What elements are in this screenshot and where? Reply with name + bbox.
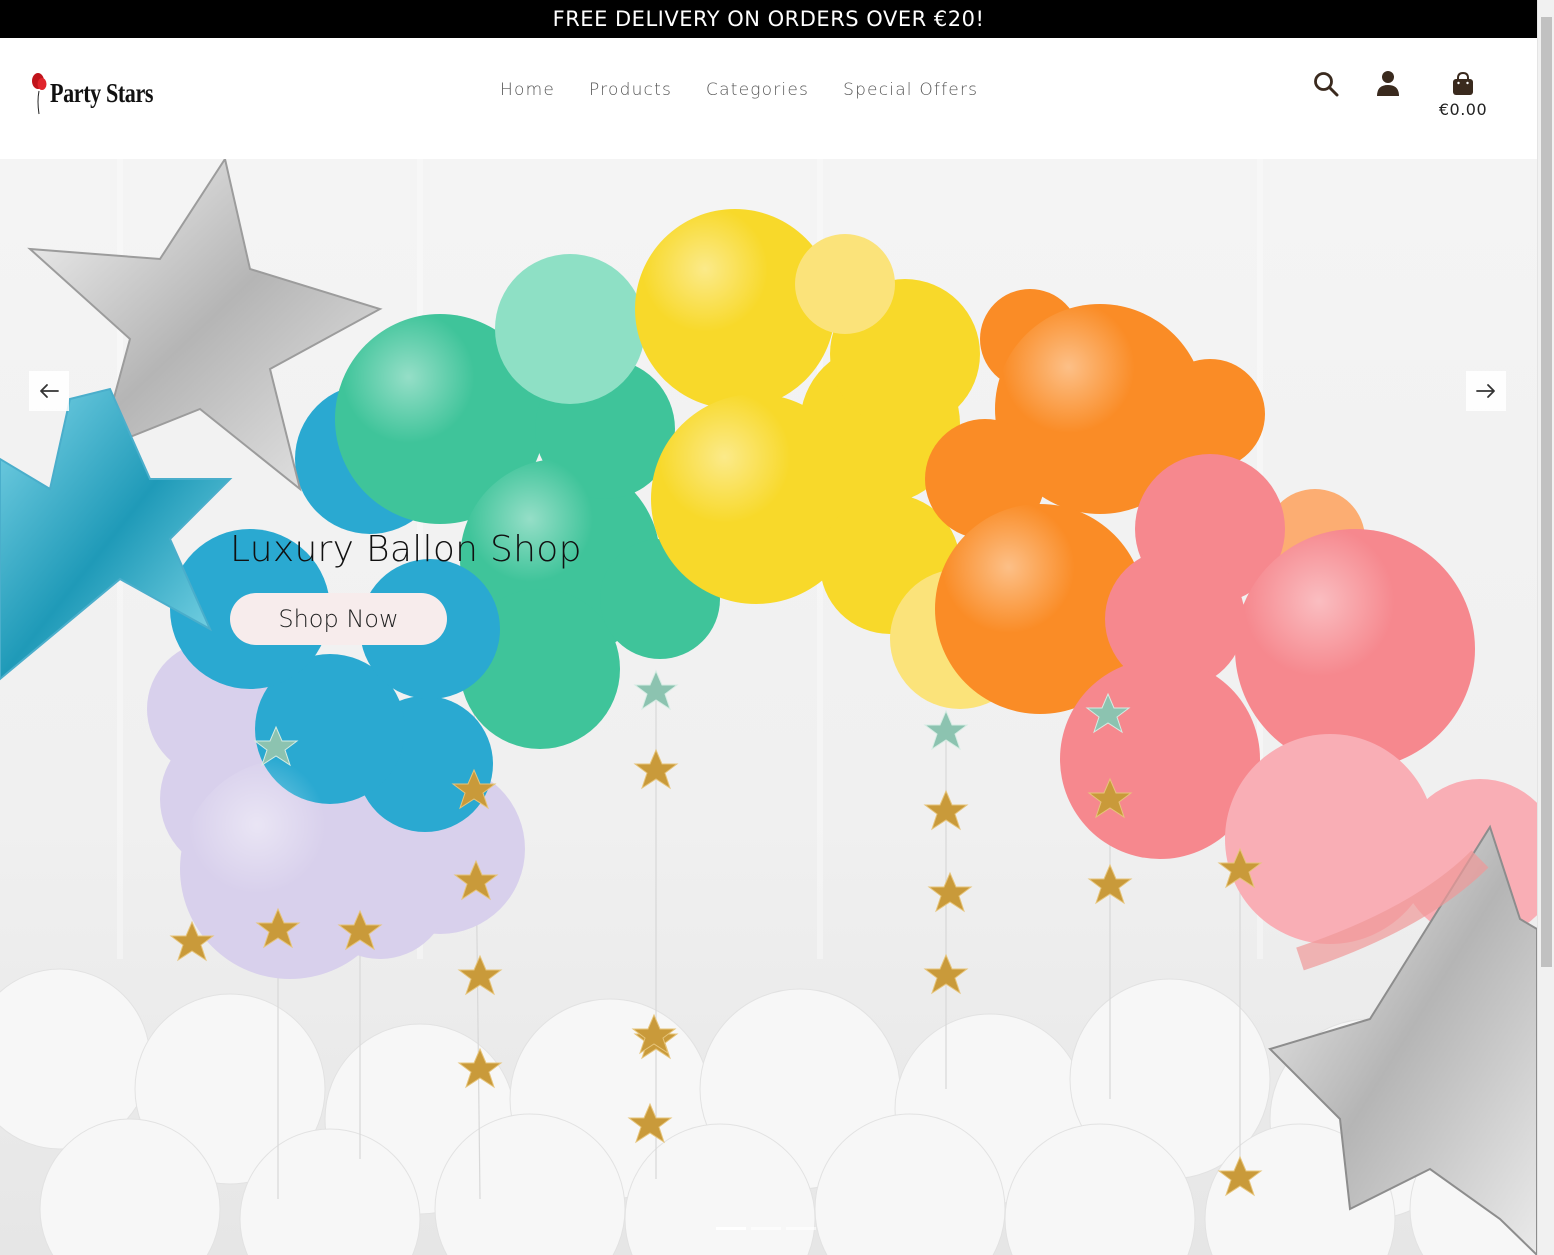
nav-categories[interactable]: Categories: [689, 76, 826, 104]
cart-total: €0.00: [1438, 99, 1488, 119]
page-scrollbar[interactable]: [1537, 0, 1554, 1255]
announcement-bar: FREE DELIVERY ON ORDERS OVER €20!: [0, 0, 1537, 38]
cart-button[interactable]: €0.00: [1432, 66, 1494, 124]
main-nav: Home Products Categories Special Offers: [483, 76, 995, 104]
shop-now-button[interactable]: Shop Now: [230, 593, 447, 645]
site-header: Party Stars Home Products Categories Spe…: [0, 38, 1537, 159]
search-icon: [1314, 72, 1339, 97]
announcement-text: FREE DELIVERY ON ORDERS OVER €20!: [552, 7, 985, 31]
slider-dot-1[interactable]: [716, 1227, 746, 1230]
hero-title: Luxury Ballon Shop: [230, 529, 582, 570]
scrollbar-thumb[interactable]: [1541, 17, 1552, 967]
logo[interactable]: Party Stars: [30, 68, 176, 118]
user-icon: [1377, 71, 1399, 96]
slider-next-button[interactable]: [1466, 371, 1506, 411]
nav-home[interactable]: Home: [483, 76, 572, 104]
shopping-bag-icon: [1453, 71, 1473, 95]
arrow-right-icon: [1476, 384, 1495, 398]
hero-background-image: [0, 159, 1537, 1255]
slider-prev-button[interactable]: [29, 371, 69, 411]
logo-text: Party Stars: [50, 77, 154, 108]
hero-slider: Luxury Ballon Shop Shop Now: [0, 159, 1537, 1255]
slider-dot-3[interactable]: [786, 1227, 816, 1230]
account-button[interactable]: [1372, 67, 1404, 99]
nav-products[interactable]: Products: [572, 76, 689, 104]
search-button[interactable]: [1310, 68, 1342, 100]
slider-dot-2[interactable]: [751, 1227, 781, 1230]
slider-pagination: [716, 1227, 816, 1230]
balloon-logo-icon: [32, 73, 47, 115]
arrow-left-icon: [40, 384, 59, 398]
nav-special-offers[interactable]: Special Offers: [826, 76, 995, 104]
